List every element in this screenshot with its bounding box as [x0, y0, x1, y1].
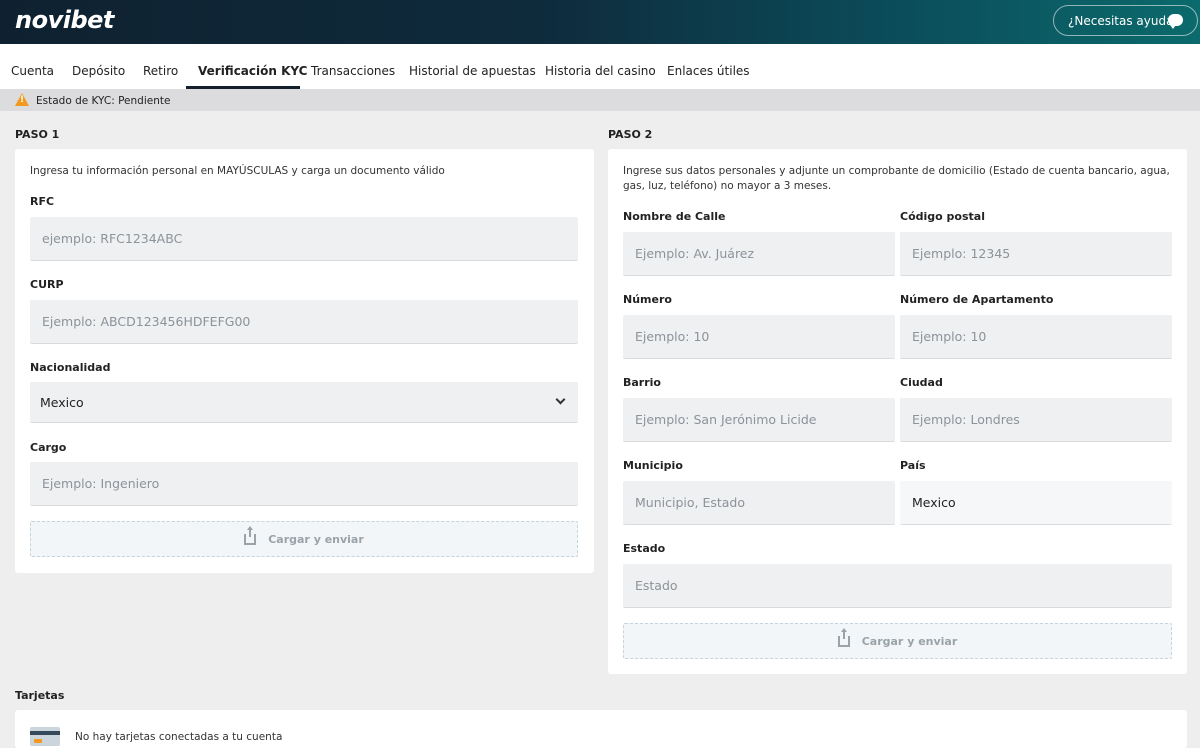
curp-label: CURP [30, 278, 64, 291]
municipio-label: Municipio [623, 459, 683, 472]
ciudad-input[interactable] [900, 398, 1172, 442]
nacionalidad-label: Nacionalidad [30, 361, 111, 374]
cargo-label: Cargo [30, 441, 67, 454]
numero-input[interactable] [623, 315, 895, 359]
tab-historia-casino[interactable]: Historia del casino [545, 64, 656, 78]
chevron-down-icon [555, 394, 566, 405]
ciudad-label: Ciudad [900, 376, 943, 389]
credit-card-icon [30, 727, 60, 746]
step1-upload-button[interactable]: Cargar y enviar [30, 521, 578, 557]
help-button[interactable]: ¿Necesitas ayuda? [1053, 5, 1198, 36]
calle-input[interactable] [623, 232, 895, 276]
novibet-logo[interactable]: novibet [15, 6, 114, 34]
tab-cuenta[interactable]: Cuenta [11, 64, 54, 78]
barrio-label: Barrio [623, 376, 661, 389]
tab-enlaces-utiles[interactable]: Enlaces útiles [667, 64, 750, 78]
rfc-input[interactable] [30, 217, 578, 261]
account-nav: Cuenta Depósito Retiro Verificación KYC … [0, 44, 1200, 89]
estado-label: Estado [623, 542, 666, 555]
estado-input[interactable] [623, 564, 1172, 608]
pais-input[interactable] [900, 481, 1172, 525]
step1-upload-label: Cargar y enviar [268, 532, 364, 546]
tab-verificacion-kyc[interactable]: Verificación KYC [198, 64, 307, 78]
kyc-status-bar [0, 89, 1200, 111]
numero-label: Número [623, 293, 672, 306]
apartamento-input[interactable] [900, 315, 1172, 359]
tab-retiro[interactable]: Retiro [143, 64, 178, 78]
municipio-input[interactable] [623, 481, 895, 525]
codigo-postal-input[interactable] [900, 232, 1172, 276]
tab-transacciones[interactable]: Transacciones [311, 64, 395, 78]
step2-description: Ingrese sus datos personales y adjunte u… [623, 165, 1170, 192]
calle-label: Nombre de Calle [623, 210, 726, 223]
top-header: novibet ¿Necesitas ayuda? [0, 0, 1200, 44]
warning-icon [15, 93, 29, 106]
upload-icon [837, 627, 850, 647]
chat-bubble-icon [1168, 14, 1183, 29]
barrio-input[interactable] [623, 398, 895, 442]
upload-icon [244, 525, 257, 545]
step2-title: PASO 2 [608, 128, 653, 141]
nacionalidad-value: Mexico [40, 394, 84, 410]
curp-input[interactable] [30, 300, 578, 344]
rfc-label: RFC [30, 195, 55, 208]
pais-label: País [900, 459, 926, 472]
apartamento-label: Número de Apartamento [900, 293, 1054, 306]
codigo-postal-label: Código postal [900, 210, 985, 223]
nacionalidad-select[interactable]: Mexico [30, 382, 578, 423]
step2-upload-button[interactable]: Cargar y enviar [623, 623, 1172, 659]
cards-empty-message: No hay tarjetas conectadas a tu cuenta [75, 731, 283, 743]
tab-deposito[interactable]: Depósito [72, 64, 125, 78]
cargo-input[interactable] [30, 462, 578, 506]
cards-title: Tarjetas [15, 689, 65, 702]
step1-description: Ingresa tu información personal en MAYÚS… [30, 165, 445, 177]
step1-title: PASO 1 [15, 128, 60, 141]
tab-historial-apuestas[interactable]: Historial de apuestas [409, 64, 536, 78]
kyc-status-text: Estado de KYC: Pendiente [36, 95, 171, 107]
help-button-label: ¿Necesitas ayuda? [1068, 13, 1180, 28]
step2-upload-label: Cargar y enviar [861, 634, 958, 648]
